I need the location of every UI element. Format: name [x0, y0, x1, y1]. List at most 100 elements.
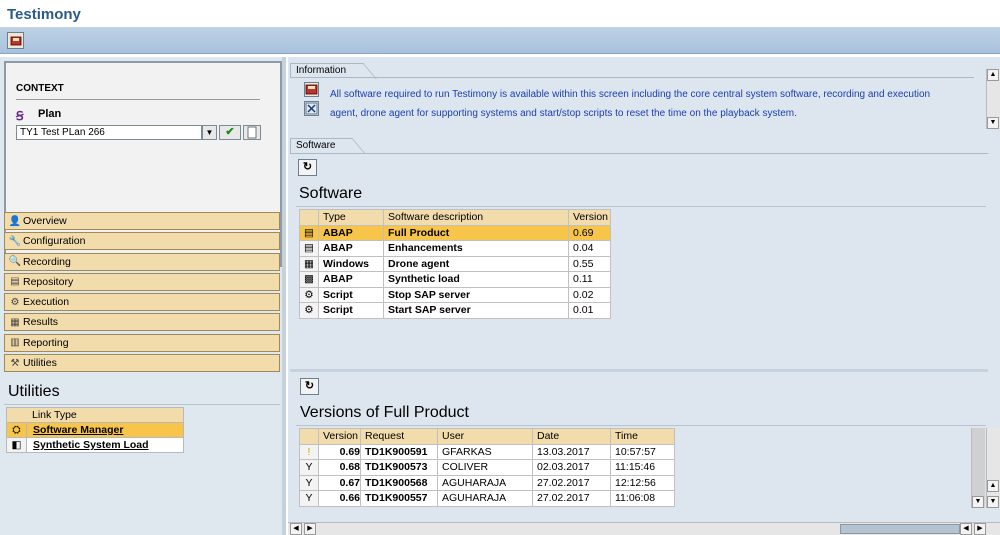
nav-item-label: Repository	[23, 275, 74, 288]
cell-type: Script	[318, 302, 384, 319]
cell-version: 0.69	[318, 443, 361, 460]
info-book-button[interactable]	[304, 82, 319, 97]
app-title: Testimony	[7, 6, 81, 23]
cell-request: TD1K900568	[360, 474, 438, 491]
document-icon: ▤	[299, 240, 319, 257]
horizontal-scrollbar[interactable]: ◀ ▶ ◀ ▶	[288, 522, 1000, 535]
pane-splitter[interactable]	[282, 57, 286, 535]
table-row[interactable]: Y 0.66 TD1K900557 AGUHARAJA 27.02.2017 11:06:…	[299, 490, 675, 507]
cell-desc: Drone agent	[383, 255, 569, 272]
col-date[interactable]: Date	[532, 428, 611, 445]
scroll-left-icon[interactable]: ◀	[290, 523, 302, 535]
versions-table: Version Request User Date Time ! 0.69 TD1K…	[299, 428, 675, 507]
cell-date: 27.02.2017	[532, 490, 611, 507]
cell-user: AGUHARAJA	[437, 474, 533, 491]
nav-item-results[interactable]: ▦ Results	[4, 313, 280, 332]
table-row[interactable]: Y 0.67 TD1K900568 AGUHARAJA 27.02.2017 12:12:…	[299, 474, 675, 491]
table-row[interactable]: ▩ ABAP Synthetic load 0.11	[299, 271, 611, 288]
table-row[interactable]: Y 0.68 TD1K900573 COLIVER 02.03.2017 11:15:46	[299, 459, 675, 476]
nav-item-utilities[interactable]: ⚒ Utilities	[4, 354, 280, 373]
nav-item-label: Reporting	[23, 336, 69, 349]
software-refresh-button[interactable]: ↻	[298, 159, 317, 176]
versions-scrollbar[interactable]: ▼	[971, 428, 985, 508]
scroll-down-icon[interactable]: ▼	[987, 496, 999, 508]
book-icon	[305, 84, 318, 95]
cell-time: 11:15:46	[610, 459, 675, 476]
cell-version: 0.02	[568, 286, 611, 303]
close-icon	[305, 102, 318, 115]
cell-type: ABAP	[318, 224, 384, 241]
table-row[interactable]: ▤ ABAP Enhancements 0.04	[299, 240, 611, 257]
new-document-icon	[247, 126, 257, 139]
table-row[interactable]: ⚙ Script Stop SAP server 0.02	[299, 286, 611, 303]
scroll-up-icon[interactable]: ▲	[987, 69, 999, 81]
table-row[interactable]: ▦ Windows Drone agent 0.55	[299, 255, 611, 272]
nav-item-execution[interactable]: ⚙ Execution	[4, 293, 280, 312]
plan-confirm-button[interactable]: ✔	[219, 125, 241, 140]
plan-selector: TY1 Test PLan 266 ▼ ✔	[16, 125, 261, 140]
cell-time: 11:06:08	[610, 490, 675, 507]
table-row[interactable]: ! 0.69 TD1K900591 GFARKAS 13.03.2017 10:57:57	[299, 443, 675, 460]
plan-input[interactable]: TY1 Test PLan 266	[16, 125, 202, 140]
col-version[interactable]: Version	[318, 428, 361, 445]
software-heading: Software	[299, 185, 363, 202]
cell-date: 13.03.2017	[532, 443, 611, 460]
col-type[interactable]: Type	[318, 209, 384, 226]
cell-user: COLIVER	[437, 459, 533, 476]
toolbar-book-button[interactable]	[7, 32, 24, 49]
toolbar	[0, 28, 1000, 54]
link-row-synthetic-load[interactable]: ◧ Synthetic System Load	[6, 437, 184, 453]
info-scrollbar[interactable]: ▲ ▼	[986, 69, 1000, 129]
cell-version: 0.01	[568, 302, 611, 319]
software-splitter[interactable]	[290, 369, 988, 372]
nav-item-reporting[interactable]: ▥ Reporting	[4, 333, 280, 352]
utilities-heading: Utilities	[8, 383, 60, 400]
scroll-left-icon[interactable]: ◀	[960, 523, 972, 535]
col-time[interactable]: Time	[610, 428, 675, 445]
pin-icon: Y	[299, 459, 319, 476]
tab-software[interactable]: Software	[290, 138, 352, 153]
versions-refresh-button[interactable]: ↻	[300, 378, 319, 395]
nav-item-overview[interactable]: 👤 Overview	[4, 212, 280, 230]
scroll-down-icon[interactable]: ▼	[972, 496, 984, 508]
link-synthetic-system-load[interactable]: Synthetic System Load	[26, 437, 184, 453]
cell-type: ABAP	[318, 240, 384, 257]
cell-version: 0.66	[318, 490, 361, 507]
plan-dropdown-button[interactable]: ▼	[202, 125, 217, 140]
scroll-right-icon[interactable]: ▶	[304, 523, 316, 535]
tab-information[interactable]: Information	[290, 63, 363, 78]
software-panel: ↻ Software Type Software description Ver…	[290, 153, 988, 359]
cell-date: 02.03.2017	[532, 459, 611, 476]
link-row-software-manager[interactable]: ⛭ Software Manager	[6, 422, 184, 438]
cell-time: 10:57:57	[610, 443, 675, 460]
scroll-up-icon[interactable]: ▲	[987, 480, 999, 492]
versions-icon-header	[299, 428, 319, 445]
col-software-description[interactable]: Software description	[383, 209, 569, 226]
plan-new-button[interactable]	[243, 125, 261, 140]
cell-version: 0.67	[318, 474, 361, 491]
cell-version: 0.55	[568, 255, 611, 272]
link-software-manager[interactable]: Software Manager	[26, 422, 184, 438]
cell-desc: Stop SAP server	[383, 286, 569, 303]
left-pane: CONTEXT Ꞩ Plan TY1 Test PLan 266 ▼ ✔ 👤 Ov…	[0, 57, 286, 535]
table-row[interactable]: ▤ ABAP Full Product 0.69	[299, 224, 611, 241]
col-version[interactable]: Version	[568, 209, 611, 226]
results-icon: ▦	[10, 316, 20, 328]
nav-item-repository[interactable]: ▤ Repository	[4, 272, 280, 291]
cell-time: 12:12:56	[610, 474, 675, 491]
versions-divider	[296, 425, 986, 426]
scroll-right-icon[interactable]: ▶	[974, 523, 986, 535]
col-user[interactable]: User	[437, 428, 533, 445]
scroll-down-icon[interactable]: ▼	[987, 117, 999, 129]
right-scrollbar[interactable]: ▲ ▼	[986, 428, 1000, 508]
info-close-button[interactable]	[304, 101, 319, 116]
cell-version: 0.04	[568, 240, 611, 257]
grid-icon: ▩	[299, 271, 319, 288]
nav-item-recording[interactable]: 🔍 Recording	[4, 252, 280, 271]
cell-desc: Full Product	[383, 224, 569, 241]
nav-item-configuration[interactable]: 🔧 Configuration	[4, 232, 280, 251]
table-row[interactable]: ⚙ Script Start SAP server 0.01	[299, 302, 611, 319]
col-request[interactable]: Request	[360, 428, 438, 445]
scroll-thumb[interactable]	[840, 524, 960, 534]
overview-icon: 👤	[8, 215, 22, 227]
